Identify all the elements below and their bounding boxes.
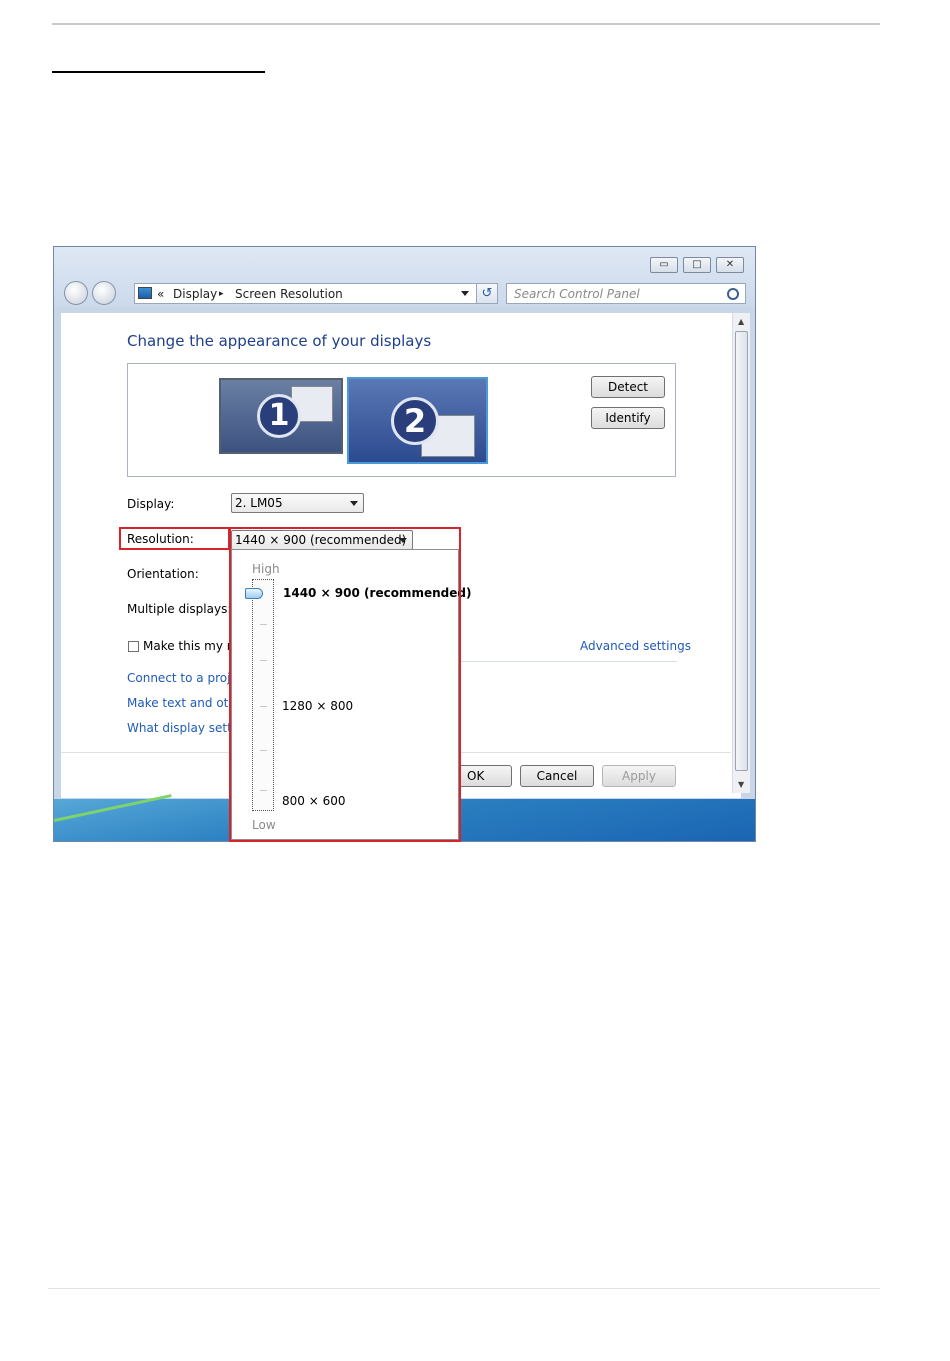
connect-projector-link[interactable]: Connect to a projec bbox=[127, 671, 244, 685]
address-bar[interactable]: « Display ▸ Screen Resolution bbox=[134, 283, 498, 304]
search-box[interactable]: Search Control Panel bbox=[506, 283, 746, 304]
detect-button[interactable]: Detect bbox=[591, 376, 665, 398]
page-title: Change the appearance of your displays bbox=[127, 332, 432, 350]
multiple-displays-label: Multiple displays: bbox=[127, 602, 232, 616]
forward-button[interactable] bbox=[92, 281, 116, 305]
breadcrumb-screen-resolution[interactable]: Screen Resolution bbox=[235, 287, 343, 301]
display-label: Display: bbox=[127, 497, 175, 511]
footer-rule bbox=[48, 1288, 880, 1289]
maximize-button[interactable]: □ bbox=[683, 257, 711, 273]
display-select-value: 2. LM05 bbox=[235, 496, 283, 510]
monitor-1[interactable]: 1 bbox=[219, 378, 343, 454]
scroll-up-icon[interactable]: ▲ bbox=[738, 317, 744, 326]
control-panel-icon bbox=[138, 287, 152, 299]
monitor-2[interactable]: 2 bbox=[347, 377, 488, 464]
search-icon[interactable] bbox=[727, 288, 739, 300]
cancel-button[interactable]: Cancel bbox=[520, 765, 594, 787]
title-bar: ▭ □ ✕ « Display ▸ Screen Resolution ↺ Se… bbox=[54, 247, 755, 307]
monitor-1-number: 1 bbox=[257, 394, 301, 438]
display-select[interactable]: 2. LM05 bbox=[231, 493, 364, 513]
display-settings-help-link[interactable]: What display settin bbox=[127, 721, 243, 735]
breadcrumb-separator-icon: ▸ bbox=[219, 289, 224, 299]
resolution-label-highlight bbox=[119, 527, 230, 550]
search-placeholder: Search Control Panel bbox=[514, 287, 640, 301]
refresh-icon[interactable]: ↺ bbox=[476, 283, 498, 304]
orientation-label: Orientation: bbox=[127, 567, 199, 581]
main-display-checkbox[interactable] bbox=[128, 641, 139, 652]
desktop-swoosh bbox=[54, 794, 172, 822]
minimize-button[interactable]: ▭ bbox=[650, 257, 678, 273]
section-underline bbox=[52, 71, 265, 73]
resolution-dropdown-highlight bbox=[229, 527, 461, 842]
advanced-settings-link[interactable]: Advanced settings bbox=[580, 639, 691, 653]
scrollbar-thumb[interactable] bbox=[735, 331, 748, 771]
text-size-link[interactable]: Make text and othe bbox=[127, 696, 243, 710]
scroll-down-icon[interactable]: ▼ bbox=[738, 780, 744, 789]
main-display-checkbox-label: Make this my m bbox=[143, 639, 239, 653]
apply-button[interactable]: Apply bbox=[602, 765, 676, 787]
chevron-down-icon bbox=[350, 501, 358, 506]
close-button[interactable]: ✕ bbox=[716, 257, 744, 273]
back-button[interactable] bbox=[64, 281, 88, 305]
address-dropdown-icon[interactable] bbox=[461, 291, 469, 296]
monitor-2-number: 2 bbox=[391, 397, 439, 445]
header-rule bbox=[52, 23, 880, 25]
identify-button[interactable]: Identify bbox=[591, 407, 665, 429]
breadcrumb-display[interactable]: Display bbox=[173, 287, 217, 301]
address-back-chevron: « bbox=[157, 287, 165, 301]
